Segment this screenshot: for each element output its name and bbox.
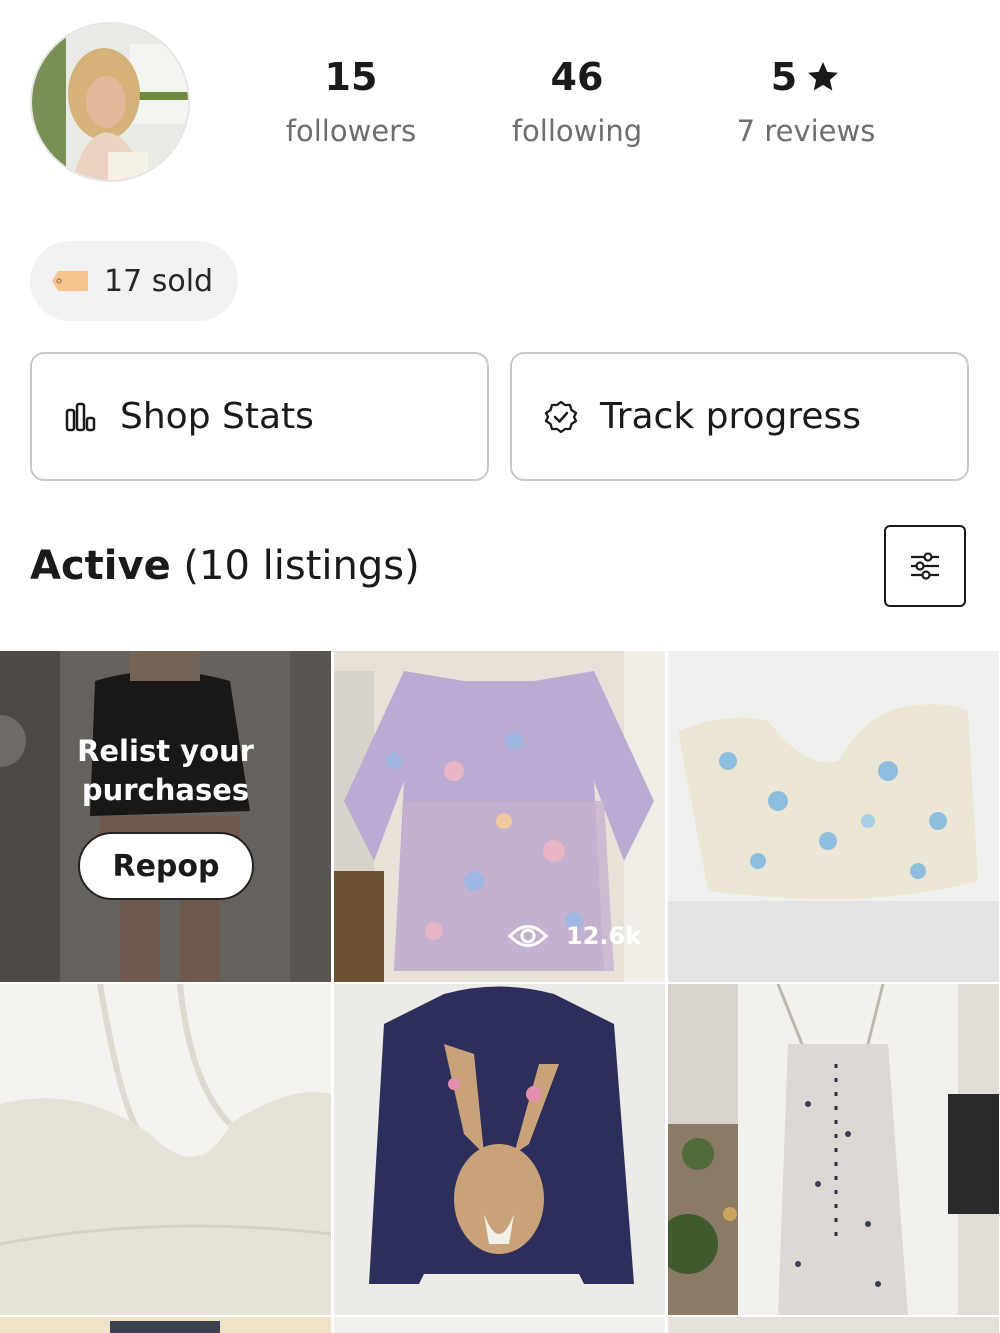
filter-button[interactable]: [884, 525, 966, 607]
listing-floral-corset[interactable]: [668, 651, 999, 982]
listing-floral-slip-dress[interactable]: [668, 984, 999, 1315]
price-tag-icon: [52, 271, 88, 291]
reviews-label: 7 reviews: [736, 114, 876, 148]
relist-line-1: Relist your: [77, 734, 254, 768]
active-listings-heading: Active (10 listings): [30, 540, 420, 592]
followers-label: followers: [285, 114, 417, 148]
listings-count: (10 listings): [183, 543, 420, 589]
followers-count: 15: [324, 55, 378, 99]
sold-count: 17 sold: [104, 263, 214, 299]
relist-headline: Relist your purchases: [0, 732, 331, 810]
sold-badge: 17 sold: [30, 241, 238, 321]
shop-stats-button[interactable]: Shop Stats: [30, 352, 489, 481]
reviews-stat[interactable]: 5 7 reviews: [706, 55, 906, 149]
slip-dress-image: [668, 984, 999, 1315]
track-progress-label: Track progress: [600, 396, 862, 437]
row3-item2-image: [334, 1317, 665, 1333]
listing-bunny-sweater[interactable]: [334, 984, 665, 1315]
profile-avatar[interactable]: [30, 22, 190, 182]
relist-line-2: purchases: [81, 773, 250, 807]
listing-ribbed-halter-top[interactable]: [0, 984, 331, 1315]
shop-stats-label: Shop Stats: [120, 396, 314, 437]
listing-row3-item2[interactable]: [334, 1317, 665, 1333]
eye-icon: [508, 925, 548, 947]
listing-row3-item1[interactable]: [0, 1317, 331, 1333]
star-icon: [808, 62, 839, 91]
bar-chart-icon: [65, 402, 96, 431]
following-stat[interactable]: 46 following: [477, 55, 677, 149]
relist-purchases-tile[interactable]: [0, 651, 331, 982]
following-count: 46: [550, 55, 604, 99]
followers-stat[interactable]: 15 followers: [251, 55, 451, 149]
views-count: 12.6k: [566, 922, 642, 950]
track-progress-button[interactable]: Track progress: [510, 352, 969, 481]
views-badge: 12.6k: [508, 922, 641, 950]
rating-value: 5: [770, 55, 798, 99]
repop-button[interactable]: Repop: [78, 832, 254, 900]
row3-item1-image: [0, 1317, 331, 1333]
bunny-sweater-image: [334, 984, 665, 1315]
verified-badge-icon: [544, 400, 578, 433]
following-label: following: [511, 114, 643, 148]
relist-dim-overlay: [0, 651, 331, 982]
active-label: Active: [30, 543, 171, 589]
listing-row3-item3[interactable]: [668, 1317, 999, 1333]
floral-corset-image: [668, 651, 999, 982]
sliders-icon: [911, 552, 939, 580]
row3-item3-image: [668, 1317, 999, 1333]
halter-top-image: [0, 984, 331, 1315]
